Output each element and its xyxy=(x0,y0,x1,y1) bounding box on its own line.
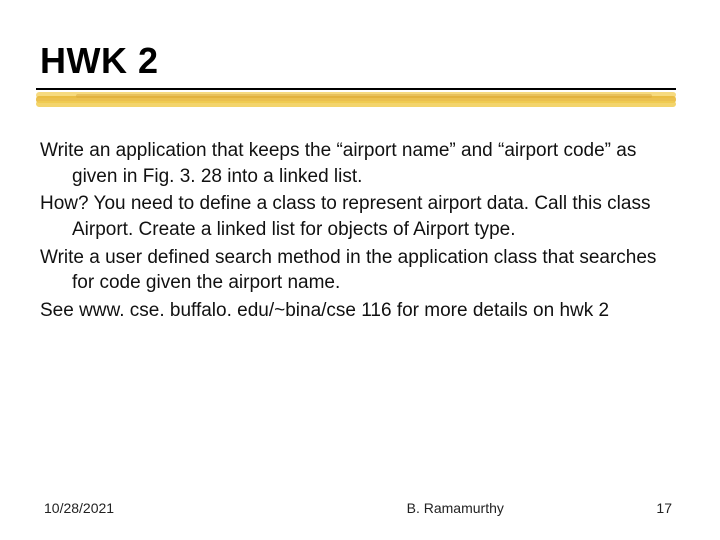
footer-page: 17 xyxy=(656,500,672,516)
footer-author: B. Ramamurthy xyxy=(254,500,656,516)
paragraph-1: Write an application that keeps the “air… xyxy=(40,138,680,189)
brush-stroke xyxy=(36,101,676,107)
paragraph-3: Write a user defined search method in th… xyxy=(40,245,680,296)
paragraph-2: How? You need to define a class to repre… xyxy=(40,191,680,242)
slide: HWK 2 Write an application that keeps th… xyxy=(0,0,720,540)
footer-date: 10/28/2021 xyxy=(44,500,114,516)
body-text: Write an application that keeps the “air… xyxy=(40,138,680,323)
footer: 10/28/2021 B. Ramamurthy 17 xyxy=(0,500,720,516)
slide-title: HWK 2 xyxy=(40,40,680,82)
paragraph-4: See www. cse. buffalo. edu/~bina/cse 116… xyxy=(40,298,680,324)
brush-stroke xyxy=(76,94,652,98)
divider-brush xyxy=(36,92,676,108)
divider-line xyxy=(36,88,676,90)
title-divider xyxy=(36,86,680,116)
